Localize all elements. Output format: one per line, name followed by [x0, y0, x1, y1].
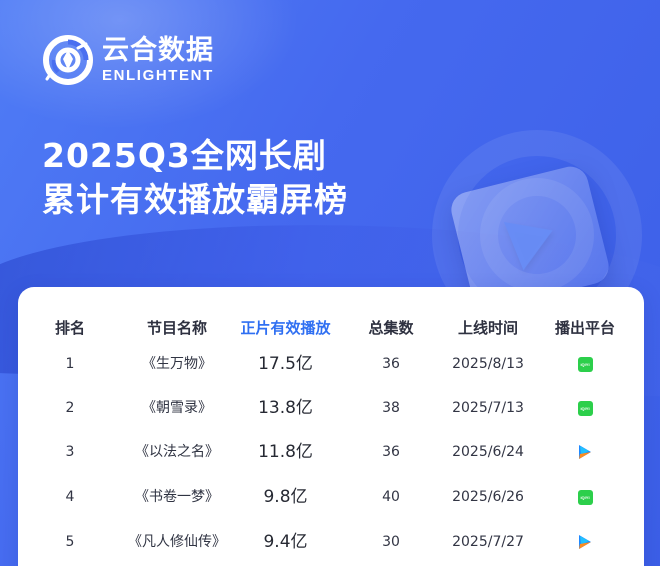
- brand-name-english: ENLIGHTENT: [102, 67, 214, 84]
- plays-cell: 11.8亿: [258, 442, 313, 462]
- release-date-cell: 2025/7/13: [452, 400, 524, 416]
- header-release-date: 上线时间: [457, 319, 518, 337]
- ranking-table: 排名 节目名称 正片有效播放 总集数 上线时间 播出平台 1 《生万物》 17.…: [18, 287, 644, 566]
- iqiyi-icon: iQIYI: [577, 400, 593, 416]
- header-rank: 排名: [54, 319, 85, 337]
- rank-cell: 5: [65, 534, 75, 550]
- rank-cell: 4: [65, 489, 75, 505]
- table-row: 2 《朝雪录》 13.8亿 38 2025/7/13 iQIYI: [18, 394, 644, 422]
- release-date-cell: 2025/6/24: [452, 444, 524, 460]
- table-row: 5 《凡人修仙传》 9.4亿 30 2025/7/27: [18, 528, 644, 556]
- brand-name-chinese: 云合数据: [102, 35, 214, 66]
- plays-cell: 9.4亿: [263, 532, 308, 552]
- episodes-cell: 30: [382, 534, 400, 550]
- tencent-video-icon: [579, 445, 591, 459]
- platform-cell: [542, 438, 628, 466]
- platform-cell: iQIYI: [542, 483, 628, 511]
- brand-logo: 云合数据 ENLIGHTENT: [42, 34, 262, 86]
- poster-title: 2025Q3全网长剧 累计有效播放霸屏榜: [42, 134, 348, 222]
- poster-title-line-2: 累计有效播放霸屏榜: [42, 180, 348, 219]
- episodes-cell: 38: [382, 400, 400, 416]
- ranking-poster: 云合数据 ENLIGHTENT 2025Q3全网长剧 累计有效播放霸屏榜 排名 …: [0, 0, 660, 566]
- play-icon: [503, 206, 563, 271]
- rank-cell: 3: [65, 444, 75, 460]
- episodes-cell: 40: [382, 489, 400, 505]
- table-row: 1 《生万物》 17.5亿 36 2025/8/13 iQIYI: [18, 350, 644, 378]
- release-date-cell: 2025/7/27: [452, 534, 524, 550]
- rank-cell: 1: [65, 356, 75, 372]
- tencent-video-icon: [579, 535, 591, 549]
- platform-cell: iQIYI: [542, 350, 628, 378]
- plays-cell: 17.5亿: [258, 354, 313, 374]
- release-date-cell: 2025/8/13: [452, 356, 524, 372]
- iqiyi-icon: iQIYI: [577, 489, 593, 505]
- header-total-episodes: 总集数: [368, 319, 414, 337]
- iqiyi-icon: iQIYI: [577, 356, 593, 372]
- episodes-cell: 36: [382, 356, 400, 372]
- episodes-cell: 36: [382, 444, 400, 460]
- plays-cell: 9.8亿: [263, 487, 308, 507]
- header-effective-plays: 正片有效播放: [240, 319, 331, 337]
- table-row: 4 《书卷一梦》 9.8亿 40 2025/6/26 iQIYI: [18, 483, 644, 511]
- platform-cell: iQIYI: [542, 394, 628, 422]
- rank-cell: 2: [65, 400, 75, 416]
- plays-cell: 13.8亿: [258, 398, 313, 418]
- poster-title-line-1: 2025Q3全网长剧: [42, 136, 327, 175]
- header-platform: 播出平台: [554, 319, 615, 337]
- platform-cell: [542, 528, 628, 556]
- enlightent-logo-icon: [43, 35, 93, 85]
- table-row: 3 《以法之名》 11.8亿 36 2025/6/24: [18, 438, 644, 466]
- table-header-row: 排名 节目名称 正片有效播放 总集数 上线时间 播出平台: [18, 314, 644, 342]
- release-date-cell: 2025/6/26: [452, 489, 524, 505]
